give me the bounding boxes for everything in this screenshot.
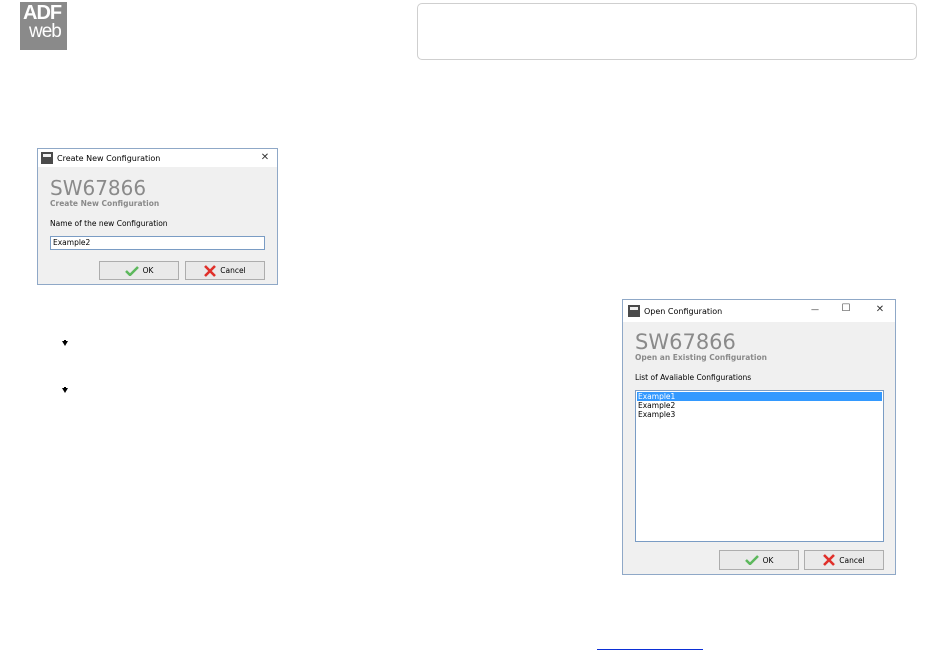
- dialog-title: Open Configuration: [644, 306, 723, 316]
- dialog-titlebar: Open Configuration: [623, 300, 895, 322]
- dialog-title: Create New Configuration: [57, 153, 161, 163]
- cancel-button[interactable]: Cancel: [185, 261, 265, 280]
- cancel-button[interactable]: Cancel: [804, 550, 884, 570]
- close-icon[interactable]: ✕: [872, 304, 888, 315]
- app-icon: [628, 305, 640, 317]
- configuration-name-field[interactable]: Example2: [50, 236, 265, 250]
- ok-label: OK: [762, 555, 774, 565]
- name-label: Name of the new Configuration: [50, 219, 168, 228]
- ok-button[interactable]: OK: [719, 550, 799, 570]
- cancel-x-icon: [204, 264, 217, 277]
- minimize-icon[interactable]: —: [807, 305, 823, 314]
- bullet-icon: [62, 340, 68, 346]
- list-item[interactable]: Example3: [637, 410, 882, 419]
- close-icon[interactable]: ✕: [259, 152, 271, 163]
- app-icon: [41, 152, 53, 164]
- header-box: [417, 3, 917, 60]
- checkmark-icon: [744, 555, 759, 565]
- dialog-subheading: Create New Configuration: [50, 199, 160, 208]
- maximize-icon[interactable]: ☐: [838, 303, 854, 314]
- list-label: List of Avaliable Configurations: [635, 373, 752, 382]
- cancel-x-icon: [823, 554, 836, 566]
- dialog-subheading: Open an Existing Configuration: [635, 353, 767, 362]
- product-code: SW67866: [50, 176, 147, 200]
- link-underline[interactable]: [597, 649, 703, 650]
- logo-text-line2: web: [29, 21, 62, 42]
- list-item[interactable]: Example1: [637, 392, 882, 401]
- list-item[interactable]: Example2: [637, 401, 882, 410]
- ok-label: OK: [142, 266, 154, 275]
- configurations-list[interactable]: Example1 Example2 Example3: [635, 390, 884, 542]
- bullet-icon: [62, 387, 68, 393]
- product-code: SW67866: [635, 330, 736, 354]
- adfweb-logo: ADF web: [20, 2, 67, 50]
- cancel-label: Cancel: [220, 266, 246, 275]
- dialog-titlebar: Create New Configuration: [38, 149, 277, 167]
- create-configuration-dialog: Create New Configuration ✕ SW67866 Creat…: [37, 148, 278, 285]
- checkmark-icon: [124, 265, 139, 276]
- cancel-label: Cancel: [839, 555, 865, 565]
- open-configuration-dialog: Open Configuration — ☐ ✕ SW67866 Open an…: [622, 299, 896, 575]
- ok-button[interactable]: OK: [99, 261, 179, 280]
